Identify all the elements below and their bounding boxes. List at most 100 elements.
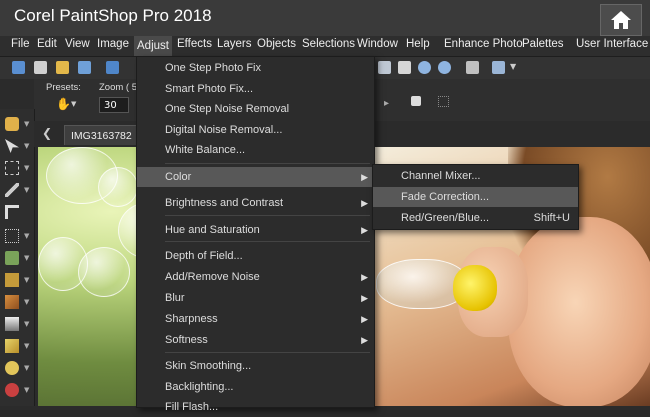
zoom-in-icon[interactable]	[438, 61, 451, 74]
menu-item-color[interactable]: Color ▶	[137, 167, 374, 187]
lighten-darken-tool-icon[interactable]	[5, 339, 19, 353]
menu-help[interactable]: Help	[406, 38, 430, 50]
menu-item-red-green-blue[interactable]: Red/Green/Blue... Shift+U	[373, 208, 578, 228]
dropper-tool-icon[interactable]	[5, 183, 19, 197]
paint-brush-arrow-icon[interactable]: ▼	[24, 298, 29, 306]
menu-item-label: Fill Flash...	[165, 401, 219, 413]
clone-tool-arrow-icon[interactable]: ▼	[24, 254, 29, 262]
menu-item-blur[interactable]: Blur ▶	[137, 288, 374, 308]
pick-tool-icon[interactable]	[5, 139, 19, 153]
red-eye-tool-icon[interactable]	[5, 383, 19, 397]
menu-item-one-step-noise-removal[interactable]: One Step Noise Removal	[137, 99, 374, 119]
menu-user-interface[interactable]: User Interface	[576, 38, 648, 50]
menu-item-fade-correction[interactable]: Fade Correction...	[373, 187, 578, 207]
straighten-tool-icon[interactable]	[5, 229, 19, 243]
zoom-actual-icon[interactable]	[411, 96, 421, 106]
menu-item-label: Smart Photo Fix...	[165, 83, 254, 95]
eraser-tool-icon[interactable]	[5, 361, 19, 375]
submenu-arrow-icon: ▶	[361, 172, 368, 182]
dropdown-arrow-icon[interactable]: ▸	[384, 98, 389, 109]
straighten-tool-arrow-icon[interactable]: ▼	[24, 232, 29, 240]
menu-adjust[interactable]: Adjust	[134, 36, 172, 56]
lighten-darken-arrow-icon[interactable]: ▼	[24, 342, 29, 350]
preset-dropdown-icon[interactable]: ▼	[71, 100, 76, 108]
gradient-tool-icon[interactable]	[5, 317, 19, 331]
text-tool-arrow-icon[interactable]: ▼	[24, 276, 29, 284]
menu-item-sharpness[interactable]: Sharpness ▶	[137, 309, 374, 329]
menu-item-softness[interactable]: Softness ▶	[137, 330, 374, 350]
new-file-icon[interactable]	[12, 61, 25, 74]
scanner-icon[interactable]	[78, 61, 91, 74]
menu-item-one-step-photo-fix[interactable]: One Step Photo Fix	[137, 58, 374, 78]
grid-icon[interactable]	[34, 61, 47, 74]
pick-tool-arrow-icon[interactable]: ▼	[24, 142, 29, 150]
chevron-left-icon[interactable]: ❮	[42, 126, 52, 140]
menu-separator	[165, 352, 370, 353]
pan-tool-arrow-icon[interactable]: ▼	[24, 120, 29, 128]
menu-item-fill-flash[interactable]: Fill Flash...	[137, 397, 374, 417]
dropper-tool-arrow-icon[interactable]: ▼	[24, 186, 29, 194]
menu-item-label: Fade Correction...	[401, 191, 490, 203]
menu-item-hue-saturation[interactable]: Hue and Saturation ▶	[137, 220, 374, 240]
menu-item-channel-mixer[interactable]: Channel Mixer...	[373, 166, 578, 186]
selection-tool-icon[interactable]	[5, 161, 19, 175]
menu-item-label: Color	[165, 171, 192, 183]
zoom-input[interactable]: 30	[99, 97, 129, 113]
menu-item-digital-noise-removal[interactable]: Digital Noise Removal...	[137, 120, 374, 140]
pan-preset-icon[interactable]: ✋	[56, 97, 71, 111]
color-submenu: Channel Mixer... Fade Correction... Red/…	[372, 164, 579, 230]
menu-item-backlighting[interactable]: Backlighting...	[137, 377, 374, 397]
gradient-tool-arrow-icon[interactable]: ▼	[24, 320, 29, 328]
menu-palettes[interactable]: Palettes	[522, 38, 564, 50]
menu-objects[interactable]: Objects	[257, 38, 296, 50]
menu-file[interactable]: File	[11, 38, 30, 50]
menu-effects[interactable]: Effects	[177, 38, 212, 50]
menu-item-label: Sharpness	[165, 313, 218, 325]
crop-tool-icon[interactable]	[5, 205, 19, 219]
menu-image[interactable]: Image	[97, 38, 129, 50]
red-eye-tool-arrow-icon[interactable]: ▼	[24, 386, 29, 394]
menu-enhance-photo[interactable]: Enhance Photo	[444, 38, 523, 50]
bubble-shape	[98, 167, 138, 207]
actual-size-icon[interactable]	[398, 61, 411, 74]
zoom-label: Zoom ( 5	[99, 82, 138, 93]
menu-item-depth-of-field[interactable]: Depth of Field...	[137, 246, 374, 266]
zoom-out-icon[interactable]	[418, 61, 431, 74]
menu-item-brightness-contrast[interactable]: Brightness and Contrast ▶	[137, 193, 374, 213]
submenu-arrow-icon: ▶	[361, 314, 368, 324]
menu-bar: File Edit View Image Adjust Effects Laye…	[0, 36, 650, 57]
photo-yellow-wand	[453, 265, 497, 311]
menu-item-add-remove-noise[interactable]: Add/Remove Noise ▶	[137, 267, 374, 287]
menu-selections[interactable]: Selections	[302, 38, 355, 50]
clone-tool-icon[interactable]	[5, 251, 19, 265]
menu-item-white-balance[interactable]: White Balance...	[137, 140, 374, 160]
pan-tool-icon[interactable]	[5, 117, 19, 131]
fullscreen-icon[interactable]	[466, 61, 479, 74]
save-icon[interactable]	[106, 61, 119, 74]
menu-item-label: Skin Smoothing...	[165, 360, 252, 372]
eraser-tool-arrow-icon[interactable]: ▼	[24, 364, 29, 372]
home-button[interactable]	[600, 4, 642, 36]
menu-window[interactable]: Window	[357, 38, 398, 50]
menu-item-label: Softness	[165, 334, 208, 346]
selection-tool-arrow-icon[interactable]: ▼	[24, 164, 29, 172]
menu-view[interactable]: View	[65, 38, 90, 50]
text-tool-icon[interactable]	[5, 273, 19, 287]
adjust-menu: One Step Photo Fix Smart Photo Fix... On…	[136, 56, 375, 413]
menu-item-label: One Step Noise Removal	[165, 103, 290, 115]
chevron-down-icon[interactable]: ▼	[510, 62, 516, 71]
paint-brush-icon[interactable]	[5, 295, 19, 309]
fit-selection-icon[interactable]	[438, 96, 449, 107]
image-view-icon[interactable]	[492, 61, 505, 74]
tools-palette: ▼ ▼ ▼ ▼ ▼ ▼ ▼ ▼ ▼ ▼ ▼ ▼	[0, 109, 35, 406]
menu-item-smart-photo-fix[interactable]: Smart Photo Fix...	[137, 79, 374, 99]
menu-item-skin-smoothing[interactable]: Skin Smoothing...	[137, 356, 374, 376]
submenu-arrow-icon: ▶	[361, 335, 368, 345]
menu-layers[interactable]: Layers	[217, 38, 252, 50]
menu-separator	[165, 215, 370, 216]
menu-edit[interactable]: Edit	[37, 38, 57, 50]
menu-item-label: Digital Noise Removal...	[165, 124, 283, 136]
open-folder-icon[interactable]	[56, 61, 69, 74]
fit-window-icon[interactable]	[378, 61, 391, 74]
menu-separator	[165, 241, 370, 242]
